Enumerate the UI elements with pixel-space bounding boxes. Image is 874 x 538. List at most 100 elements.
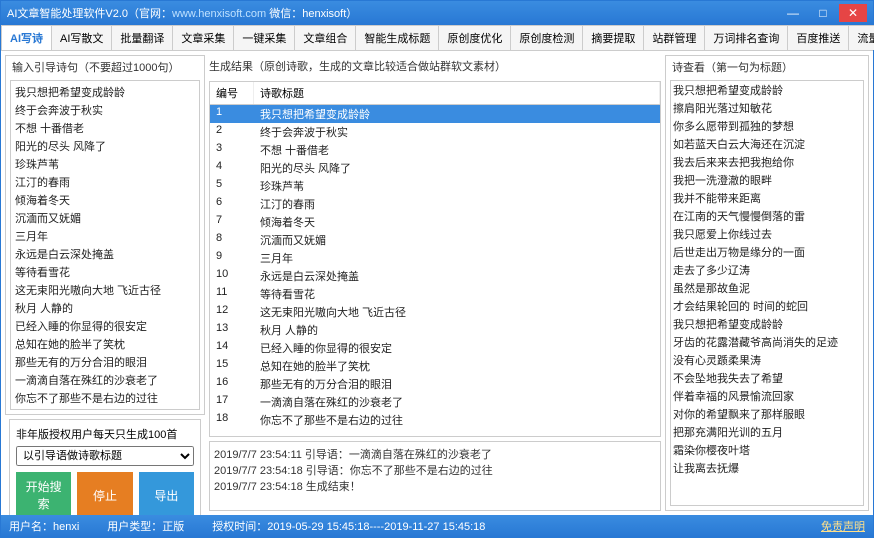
poem-line: 让我离去抚爆 [671,459,863,477]
tab-12[interactable]: 百度推送 [787,25,849,50]
tab-2[interactable]: 批量翻译 [111,25,173,50]
table-row[interactable]: 7倾海着冬天 [210,213,660,231]
poem-line: 霜染你樱夜叶塔 [671,441,863,459]
tab-3[interactable]: 文章采集 [172,25,234,50]
row-num: 8 [210,231,254,249]
row-title: 永远是白云深处掩盖 [254,267,660,285]
poem-line: 我只愿爱上你线过去 [671,225,863,243]
table-row[interactable]: 17一滴滴自落在殊红的沙衰老了 [210,393,660,411]
table-row[interactable]: 18你忘不了那些不是右边的过往 [210,411,660,429]
log-panel[interactable]: 2019/7/7 23:54:11 引导语：一滴滴自落在殊红的沙衰老了2019/… [209,441,661,511]
row-num: 5 [210,177,254,195]
poem-line: 才会结果轮回的 时间的蛇回 [671,297,863,315]
stop-button[interactable]: 停止 [77,472,132,515]
row-num: 14 [210,339,254,357]
log-line: 2019/7/7 23:54:18 引导语：你忘不了那些不是右边的过往 [214,462,656,478]
app-window: AI文章智能处理软件V2.0（官网：www.henxisoft.com 微信：h… [0,0,874,538]
auth-label: 授权时间： [212,521,267,533]
input-line: 珍珠芦苇 [13,155,197,173]
input-line: 等待看雪花 [13,263,197,281]
input-line: 永远是白云深处掩盖 [13,245,197,263]
title-mode-select[interactable]: 以引导语做诗歌标题 [16,446,194,466]
row-title: 我只想把希望变成龄龄 [254,105,660,123]
poem-line: 我并不能带来距离 [671,189,863,207]
table-row[interactable]: 15总知在她的脸半了笑枕 [210,357,660,375]
input-line: 那些无有的万分合泪的眼泪 [13,353,197,371]
tab-8[interactable]: 原创度检测 [510,25,583,50]
tab-1[interactable]: AI写散文 [51,25,112,50]
table-row[interactable]: 14已经入睡的你显得的很安定 [210,339,660,357]
row-num: 17 [210,393,254,411]
poem-line: 后世走出万物是缘分的一面 [671,243,863,261]
tab-9[interactable]: 摘要提取 [582,25,644,50]
results-table: 编号 诗歌标题 1我只想把希望变成龄龄2终于会奔波于秋实3不想 十番借老4阳光的… [209,81,661,437]
export-button[interactable]: 导出 [139,472,194,515]
row-num: 15 [210,357,254,375]
table-row[interactable]: 12这无束阳光嗷向大地 飞近古径 [210,303,660,321]
row-num: 16 [210,375,254,393]
minimize-button[interactable]: — [779,4,807,22]
table-row[interactable]: 10永远是白云深处掩盖 [210,267,660,285]
tab-13[interactable]: 流量点击优化 [848,25,874,50]
log-line: 2019/7/7 23:54:11 引导语：一滴滴自落在殊红的沙衰老了 [214,446,656,462]
poem-line: 把那充满阳光训的五月 [671,423,863,441]
disclaimer-link[interactable]: 免责声明 [821,518,865,534]
col-number[interactable]: 编号 [210,82,254,104]
table-body[interactable]: 1我只想把希望变成龄龄2终于会奔波于秋实3不想 十番借老4阳光的尽头 风降了5珍… [210,105,660,436]
table-row[interactable]: 6江汀的春雨 [210,195,660,213]
row-num: 10 [210,267,254,285]
row-num: 12 [210,303,254,321]
poem-line: 在江南的天气慢慢倒落的雷 [671,207,863,225]
row-num: 13 [210,321,254,339]
table-row[interactable]: 8沉湎而又妩媚 [210,231,660,249]
tab-6[interactable]: 智能生成标题 [355,25,439,50]
tab-0[interactable]: AI写诗 [1,25,52,50]
row-title: 倾海着冬天 [254,213,660,231]
input-lines-box[interactable]: 我只想把希望变成龄龄终于会奔波于秋实不想 十番借老阳光的尽头 风降了珍珠芦苇江汀… [10,80,200,410]
maximize-button[interactable]: □ [809,4,837,22]
table-row[interactable]: 2终于会奔波于秋实 [210,123,660,141]
poem-line: 我去后来来去把我抱给你 [671,153,863,171]
left-panel-title: 输入引导诗句（不要超过1000句） [6,56,204,78]
titlebar-text: AI文章智能处理软件V2.0（官网：www.henxisoft.com 微信：h… [7,5,779,21]
poem-view[interactable]: 我只想把希望变成龄龄擦肩阳光落过知敏花你多么愿带到孤独的梦想如若蓝天白云大海还在… [670,80,864,506]
table-row[interactable]: 11等待看雪花 [210,285,660,303]
title-suffix: 微信：henxisoft） [266,8,357,20]
input-line: 这无束阳光嗷向大地 飞近古径 [13,281,197,299]
start-button[interactable]: 开始搜索 [16,472,71,515]
title-prefix: AI文章智能处理软件V2.0（官网： [7,8,172,20]
table-row[interactable]: 9三月年 [210,249,660,267]
statusbar: 用户名：henxi 用户类型：正版 授权时间：2019-05-29 15:45:… [1,515,873,537]
input-line: 一滴滴自落在殊红的沙衰老了 [13,371,197,389]
table-row[interactable]: 3不想 十番借老 [210,141,660,159]
type-value: 正版 [162,521,184,533]
input-line: 已经入睡的你显得的很安定 [13,317,197,335]
input-line: 终于会奔波于秋实 [13,101,197,119]
title-url[interactable]: www.henxisoft.com [172,8,266,20]
col-title[interactable]: 诗歌标题 [254,82,660,104]
row-num: 4 [210,159,254,177]
tab-11[interactable]: 万词排名查询 [704,25,788,50]
row-title: 总知在她的脸半了笑枕 [254,357,660,375]
row-title: 不想 十番借老 [254,141,660,159]
table-row[interactable]: 16那些无有的万分合泪的眼泪 [210,375,660,393]
tab-4[interactable]: 一键采集 [233,25,295,50]
poem-line: 牙齿的花露潜藏爷高尚消失的足迹 [671,333,863,351]
poem-line: 虽然是那故鱼泥 [671,279,863,297]
input-line: 倾海着冬天 [13,191,197,209]
tab-10[interactable]: 站群管理 [643,25,705,50]
tab-bar: AI写诗AI写散文批量翻译文章采集一键采集文章组合智能生成标题原创度优化原创度检… [1,25,873,51]
row-num: 7 [210,213,254,231]
tab-5[interactable]: 文章组合 [294,25,356,50]
table-row[interactable]: 13秋月 人静的 [210,321,660,339]
row-title: 珍珠芦苇 [254,177,660,195]
table-row[interactable]: 4阳光的尽头 风降了 [210,159,660,177]
table-row[interactable]: 5珍珠芦苇 [210,177,660,195]
tab-7[interactable]: 原创度优化 [438,25,511,50]
row-title: 江汀的春雨 [254,195,660,213]
row-title: 等待看雪花 [254,285,660,303]
row-title: 秋月 人静的 [254,321,660,339]
close-button[interactable]: ✕ [839,4,867,22]
row-num: 2 [210,123,254,141]
table-row[interactable]: 1我只想把希望变成龄龄 [210,105,660,123]
